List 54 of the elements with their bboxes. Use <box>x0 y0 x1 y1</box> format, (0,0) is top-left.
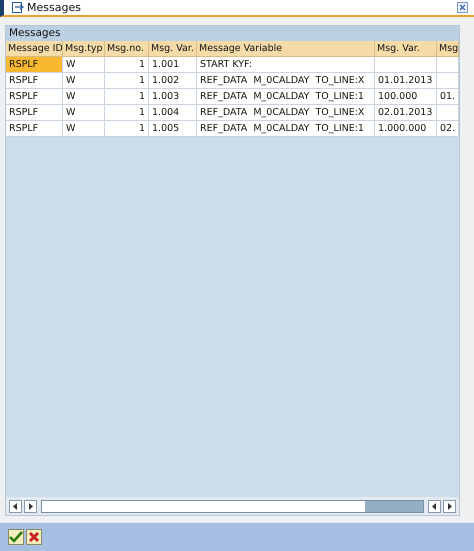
column-header[interactable]: Msg. Var. <box>375 41 437 57</box>
table-title: Messages <box>6 26 459 41</box>
scroll-left-button[interactable] <box>9 500 22 512</box>
table-cell: 02. <box>437 121 459 137</box>
column-header[interactable]: Msg.no. <box>105 41 149 57</box>
table-cell: RSPLF <box>6 73 63 89</box>
table-cell <box>375 57 437 73</box>
table-cell: RSPLF <box>6 121 63 137</box>
table-cell: 02.01.2013 <box>375 105 437 121</box>
table-cell: W <box>63 105 105 121</box>
left-triangle-icon <box>432 502 437 510</box>
table-cell: 100.000 <box>375 89 437 105</box>
table-cell: 1 <box>105 57 149 73</box>
table-cell: W <box>63 57 105 73</box>
column-header[interactable]: Msg. Var. <box>149 41 197 57</box>
table-cell: 01.01.2013 <box>375 73 437 89</box>
table-cell: 1.003 <box>149 89 197 105</box>
left-triangle-icon <box>13 502 18 510</box>
table-cell: 1 <box>105 105 149 121</box>
table-cell: START KYF: <box>197 57 375 73</box>
table-cell: REF_DATA M_0CALDAY TO_LINE:X <box>197 73 375 89</box>
table-cell: 1 <box>105 89 149 105</box>
table-cell: 1.000.000 <box>375 121 437 137</box>
table-cell: RSPLF <box>6 57 63 73</box>
table-cell: 1.004 <box>149 105 197 121</box>
table-cell: 1.001 <box>149 57 197 73</box>
window-title: Messages <box>27 1 82 14</box>
table-cell: 1.002 <box>149 73 197 89</box>
table-cell: REF_DATA M_0CALDAY TO_LINE:1 <box>197 89 375 105</box>
table-cell: 1 <box>105 73 149 89</box>
scroll-right-button[interactable] <box>443 500 456 512</box>
table-cell: W <box>63 121 105 137</box>
scroll-left-button[interactable] <box>428 500 441 512</box>
close-button[interactable] <box>457 2 468 13</box>
scrollbar-track[interactable] <box>41 500 424 512</box>
column-header[interactable]: Message Variable <box>197 41 375 57</box>
right-triangle-icon <box>28 502 33 510</box>
table-cell: 01. <box>437 89 459 105</box>
cancel-button[interactable] <box>26 529 42 545</box>
scrollbar-thumb[interactable] <box>365 500 423 512</box>
table-cell: W <box>63 89 105 105</box>
right-triangle-icon <box>447 502 452 510</box>
table-cell: RSPLF <box>6 89 63 105</box>
column-header[interactable]: Msg.typ <box>63 41 105 57</box>
confirm-button[interactable] <box>8 529 24 545</box>
scroll-right-button[interactable] <box>24 500 37 512</box>
column-header[interactable]: Message ID <box>6 41 63 57</box>
table-cell: 1.005 <box>149 121 197 137</box>
column-header[interactable]: Msg <box>437 41 459 57</box>
table-cell: W <box>63 73 105 89</box>
table-cell: REF_DATA M_0CALDAY TO_LINE:1 <box>197 121 375 137</box>
table-cell: RSPLF <box>6 105 63 121</box>
table-cell: 1 <box>105 121 149 137</box>
table-cell: REF_DATA M_0CALDAY TO_LINE:X <box>197 105 375 121</box>
